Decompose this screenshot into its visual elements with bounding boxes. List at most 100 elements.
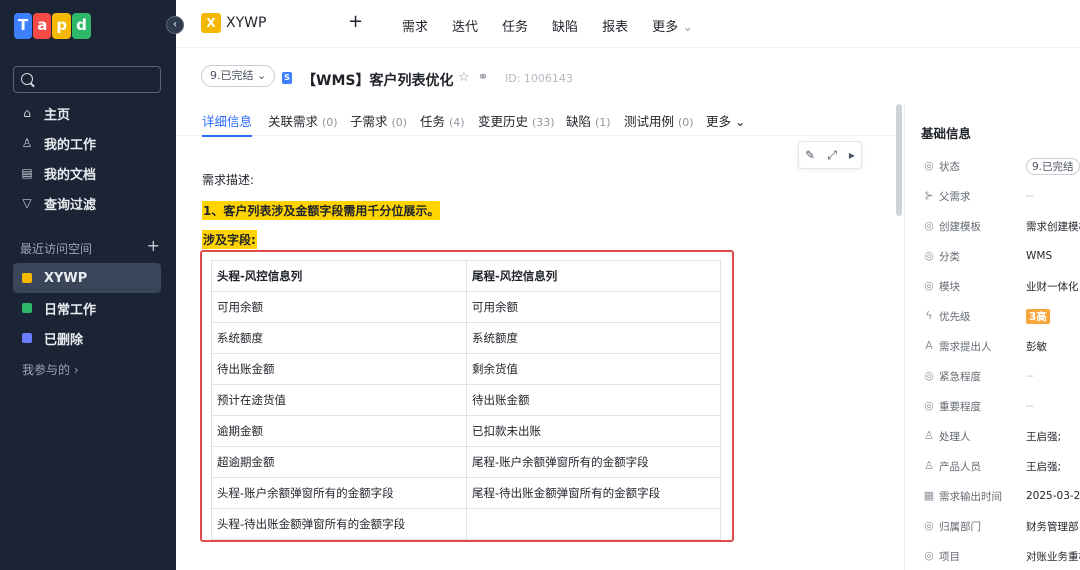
logo-letter-t: T	[14, 13, 33, 39]
space-item-deleted[interactable]: 已删除	[13, 323, 161, 353]
space-item-label: 日常工作	[44, 302, 97, 318]
field-label: 状态	[939, 160, 960, 173]
sidebar-item-label: 主页	[44, 107, 71, 123]
top-menu: 需求 迭代 任务 缺陷 报表 更多	[402, 16, 693, 35]
story-type-icon: S	[282, 72, 292, 84]
collapse-sidebar-button[interactable]: ‹	[166, 16, 184, 34]
tab-more[interactable]: 更多 ⌄	[706, 111, 745, 130]
tapd-logo[interactable]: T a p d	[14, 13, 91, 39]
field-value: 2025-03-26	[1026, 490, 1080, 502]
field-output-time[interactable]: ▦ 需求输出时间 2025-03-26	[923, 486, 1080, 506]
project-badge[interactable]: X	[201, 13, 221, 33]
top-menu-defects[interactable]: 缺陷	[552, 16, 578, 35]
top-menu-more[interactable]: 更多	[652, 16, 693, 35]
tab-tasks[interactable]: 任务 (4)	[420, 111, 465, 130]
table-cell: 尾程-待出账金额弹窗所有的金额字段	[466, 477, 721, 509]
field-value: 财务管理部	[1026, 520, 1079, 533]
fields-table-frame: 头程-风控信息列 尾程-风控信息列 可用余额 可用余额 系统额度 系统额度 待出…	[200, 250, 734, 542]
tab-label: 变更历史	[478, 114, 529, 129]
table-cell: 系统额度	[211, 322, 467, 354]
tab-details[interactable]: 详细信息	[202, 111, 253, 137]
fields-table: 头程-风控信息列 尾程-风控信息列 可用余额 可用余额 系统额度 系统额度 待出…	[211, 260, 721, 540]
link-icon[interactable]: ⚭	[478, 70, 489, 85]
basic-info-panel: 基础信息 ◎ 状态 9.已完结 ⊱ 父需求 -- ◎ 创建模板 需求创建模板 ◎…	[904, 104, 1080, 570]
field-status[interactable]: ◎ 状态 9.已完结	[923, 156, 1080, 176]
field-label: 创建模板	[939, 220, 981, 233]
add-space-button[interactable]: +	[147, 238, 160, 257]
user-icon: ♙	[21, 136, 33, 150]
module-icon: ◎	[924, 279, 934, 292]
search-icon	[21, 73, 33, 85]
detail-tabs: 详细信息 关联需求 (0) 子需求 (0) 任务 (4) 变更历史 (33) 缺…	[176, 104, 896, 137]
table-header-cell: 头程-风控信息列	[211, 260, 467, 292]
title-actions: ☆ ⚭	[458, 70, 489, 85]
urgency-icon: ◎	[924, 369, 934, 382]
logo-letter-a: a	[33, 13, 52, 39]
status-icon: ◎	[924, 159, 934, 172]
space-item-label: XYWP	[44, 270, 88, 286]
star-icon[interactable]: ☆	[458, 70, 470, 85]
field-template[interactable]: ◎ 创建模板 需求创建模板	[923, 216, 1080, 236]
field-handler[interactable]: ♙ 处理人 王启强;	[923, 426, 1080, 446]
top-menu-reports[interactable]: 报表	[602, 16, 628, 35]
field-label: 产品人员	[939, 460, 981, 473]
document-icon: ▤	[21, 166, 33, 180]
space-item-daily-work[interactable]: 日常工作	[13, 293, 161, 323]
top-menu-iterations[interactable]: 迭代	[452, 16, 478, 35]
expand-icon[interactable]: ⤢	[827, 148, 837, 163]
field-category[interactable]: ◎ 分类 WMS	[923, 246, 1080, 266]
tab-label: 更多 ⌄	[706, 114, 746, 129]
create-button[interactable]: +	[348, 11, 363, 32]
sidebar-search-input[interactable]	[13, 66, 161, 93]
field-label: 父需求	[939, 190, 971, 203]
field-department[interactable]: ◎ 归属部门 财务管理部	[923, 516, 1080, 536]
field-value: --	[1026, 400, 1034, 412]
table-row: 可用余额 可用余额	[211, 291, 721, 323]
table-row: 逾期金额 已扣款未出账	[211, 415, 721, 447]
status-dropdown[interactable]: 9.已完结	[201, 65, 276, 87]
sidebar-item-query-filter[interactable]: ▽ 查询过滤	[14, 189, 162, 217]
table-cell	[466, 508, 721, 540]
content-scrollbar[interactable]	[896, 104, 902, 216]
field-label: 需求输出时间	[939, 490, 1002, 503]
table-header-row: 头程-风控信息列 尾程-风控信息列	[211, 260, 721, 292]
tab-defects[interactable]: 缺陷 (1)	[566, 111, 611, 130]
field-value: --	[1026, 190, 1034, 202]
sidebar-item-my-work[interactable]: ♙ 我的工作	[14, 129, 162, 157]
sidebar: T a p d ‹ ⌂ 主页 ♙ 我的工作 ▤ 我的文档 ▽ 查询过滤 最近访问…	[0, 0, 184, 570]
field-importance[interactable]: ◎ 重要程度 --	[923, 396, 1080, 416]
filter-icon: ▽	[22, 196, 32, 210]
table-cell: 头程-待出账金额弹窗所有的金额字段	[211, 508, 467, 540]
field-product-owner[interactable]: ♙ 产品人员 王启强;	[923, 456, 1080, 476]
tab-related-requirements[interactable]: 关联需求 (0)	[268, 111, 338, 130]
sidebar-item-home[interactable]: ⌂ 主页	[14, 99, 162, 127]
tab-sub-requirements[interactable]: 子需求 (0)	[350, 111, 407, 130]
sidebar-item-my-docs[interactable]: ▤ 我的文档	[14, 159, 162, 187]
recent-spaces-label: 最近访问空间	[20, 242, 93, 256]
caret-right-icon[interactable]: ▸	[849, 148, 855, 162]
description-label: 需求描述:	[202, 173, 255, 187]
category-icon: ◎	[924, 249, 934, 262]
field-project[interactable]: ◎ 项目 对账业务重构	[923, 546, 1080, 566]
table-cell: 可用余额	[466, 291, 721, 323]
field-priority[interactable]: ϟ 优先级 3高	[923, 306, 1080, 326]
edit-icon[interactable]: ✎	[805, 148, 815, 162]
field-requester[interactable]: A 需求提出人 彭敏	[923, 336, 1080, 356]
calendar-icon: ▦	[923, 489, 935, 502]
field-parent-requirement[interactable]: ⊱ 父需求 --	[923, 186, 1080, 206]
field-urgency[interactable]: ◎ 紧急程度 --	[923, 366, 1080, 386]
top-menu-tasks[interactable]: 任务	[502, 16, 528, 35]
tab-change-history[interactable]: 变更历史 (33)	[478, 111, 555, 130]
table-cell: 剩余货值	[466, 353, 721, 385]
top-menu-requirements[interactable]: 需求	[402, 16, 428, 35]
project-name[interactable]: XYWP	[226, 15, 266, 31]
field-module[interactable]: ◎ 模块 业财一体化	[923, 276, 1080, 296]
space-item-xywp[interactable]: XYWP	[13, 263, 161, 293]
hierarchy-icon: ⊱	[924, 189, 934, 202]
table-row: 头程-待出账金额弹窗所有的金额字段	[211, 508, 721, 540]
joined-spaces-link[interactable]: 我参与的 ›	[22, 361, 79, 378]
tab-count: (1)	[595, 116, 611, 129]
table-cell: 逾期金额	[211, 415, 467, 447]
panel-title: 基础信息	[921, 126, 972, 141]
tab-test-cases[interactable]: 测试用例 (0)	[624, 111, 694, 130]
